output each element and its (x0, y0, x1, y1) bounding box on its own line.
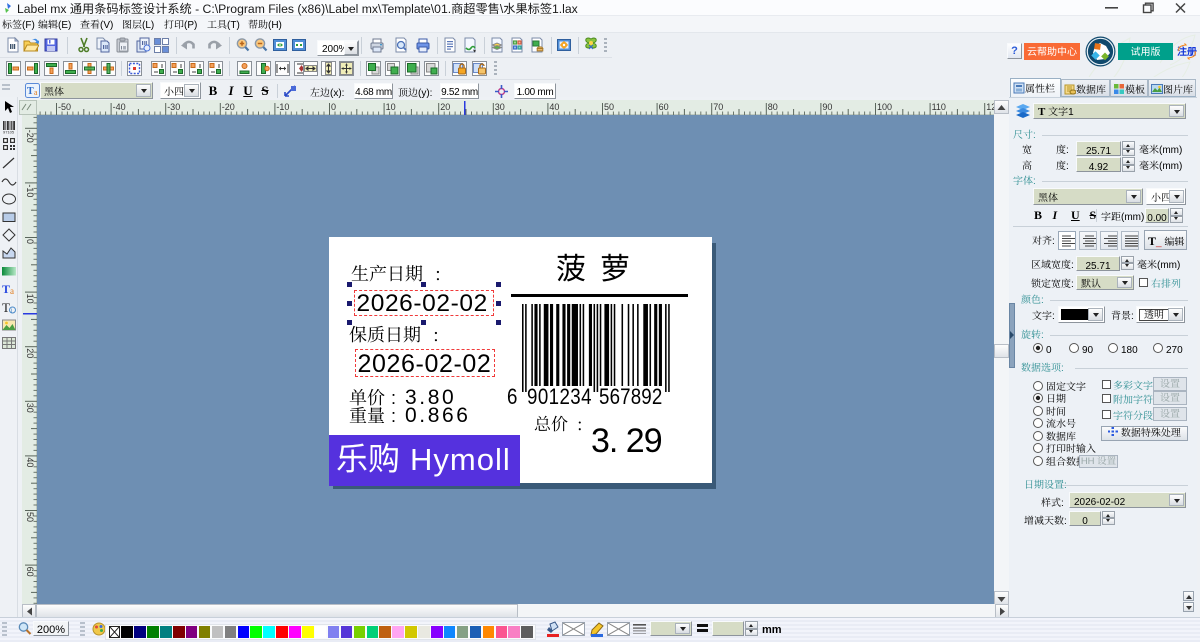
svg-text:-10: -10 (276, 102, 289, 112)
svg-text:120: 120 (986, 102, 994, 112)
svg-text:-10: -10 (25, 184, 35, 197)
svg-text:a: a (10, 286, 14, 296)
svg-text:100: 100 (877, 102, 892, 112)
svg-text:60: 60 (659, 102, 669, 112)
svg-text:-30: -30 (167, 102, 180, 112)
svg-text:40: 40 (549, 102, 559, 112)
svg-text:-40: -40 (113, 102, 126, 112)
svg-text:T: T (27, 86, 34, 97)
svg-text:97105: 97105 (3, 130, 15, 135)
svg-text:i: i (11, 308, 12, 314)
svg-text:10: 10 (25, 294, 35, 304)
svg-text:80: 80 (768, 102, 778, 112)
svg-text:T: T (2, 282, 10, 296)
svg-text:40: 40 (25, 457, 35, 467)
svg-text:50: 50 (604, 102, 614, 112)
svg-text:70: 70 (713, 102, 723, 112)
svg-text:20: 20 (440, 102, 450, 112)
svg-text:110: 110 (932, 102, 946, 112)
svg-text:T: T (2, 300, 10, 315)
svg-text:60: 60 (25, 567, 35, 577)
svg-text:-50: -50 (58, 102, 71, 112)
svg-text:-20: -20 (25, 130, 35, 143)
svg-text:a: a (34, 88, 38, 97)
svg-text:20: 20 (25, 348, 35, 358)
svg-text:90: 90 (822, 102, 832, 112)
svg-text:-20: -20 (222, 102, 235, 112)
svg-text:30: 30 (25, 403, 35, 413)
svg-text:50: 50 (25, 512, 35, 522)
svg-text:10: 10 (386, 102, 396, 112)
svg-text:0: 0 (331, 102, 336, 112)
svg-text:30: 30 (495, 102, 505, 112)
